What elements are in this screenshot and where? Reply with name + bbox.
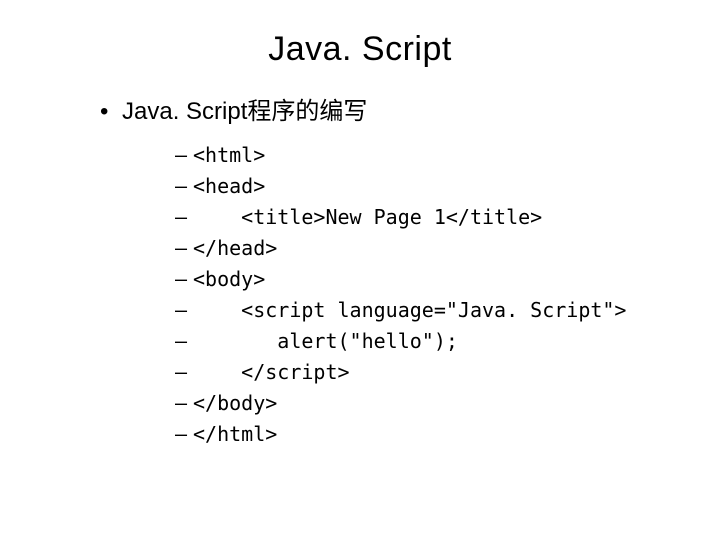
bullet-level-1: •Java. Script程序的编写 <box>100 91 680 126</box>
code-text: <head> <box>193 174 265 198</box>
dash-icon: – <box>175 171 193 202</box>
dash-icon: – <box>175 202 193 233</box>
code-text: <script language="Java. Script"> <box>193 298 626 322</box>
code-line: –<body> <box>175 264 680 295</box>
bullet-dot-icon: • <box>100 98 122 126</box>
dash-icon: – <box>175 140 193 171</box>
code-text: </body> <box>193 391 277 415</box>
slide-title: Java. Script <box>40 30 680 69</box>
dash-icon: – <box>175 233 193 264</box>
dash-icon: – <box>175 419 193 450</box>
code-text: </html> <box>193 422 277 446</box>
code-line: –</body> <box>175 388 680 419</box>
dash-icon: – <box>175 264 193 295</box>
code-text: <body> <box>193 267 265 291</box>
code-line: – <title>New Page 1</title> <box>175 202 680 233</box>
code-text: </script> <box>193 360 350 384</box>
code-line: – alert("hello"); <box>175 326 680 357</box>
code-line: – </script> <box>175 357 680 388</box>
dash-icon: – <box>175 388 193 419</box>
code-line: –<html> <box>175 140 680 171</box>
dash-icon: – <box>175 326 193 357</box>
code-line: –</head> <box>175 233 680 264</box>
code-line: –</html> <box>175 419 680 450</box>
dash-icon: – <box>175 357 193 388</box>
code-text: <title>New Page 1</title> <box>193 205 542 229</box>
code-block: –<html> –<head> – <title>New Page 1</tit… <box>175 140 680 450</box>
code-text: alert("hello"); <box>193 329 458 353</box>
code-line: – <script language="Java. Script"> <box>175 295 680 326</box>
code-line: –<head> <box>175 171 680 202</box>
code-text: <html> <box>193 143 265 167</box>
code-text: </head> <box>193 236 277 260</box>
dash-icon: – <box>175 295 193 326</box>
bullet-text: Java. Script程序的编写 <box>122 98 367 125</box>
